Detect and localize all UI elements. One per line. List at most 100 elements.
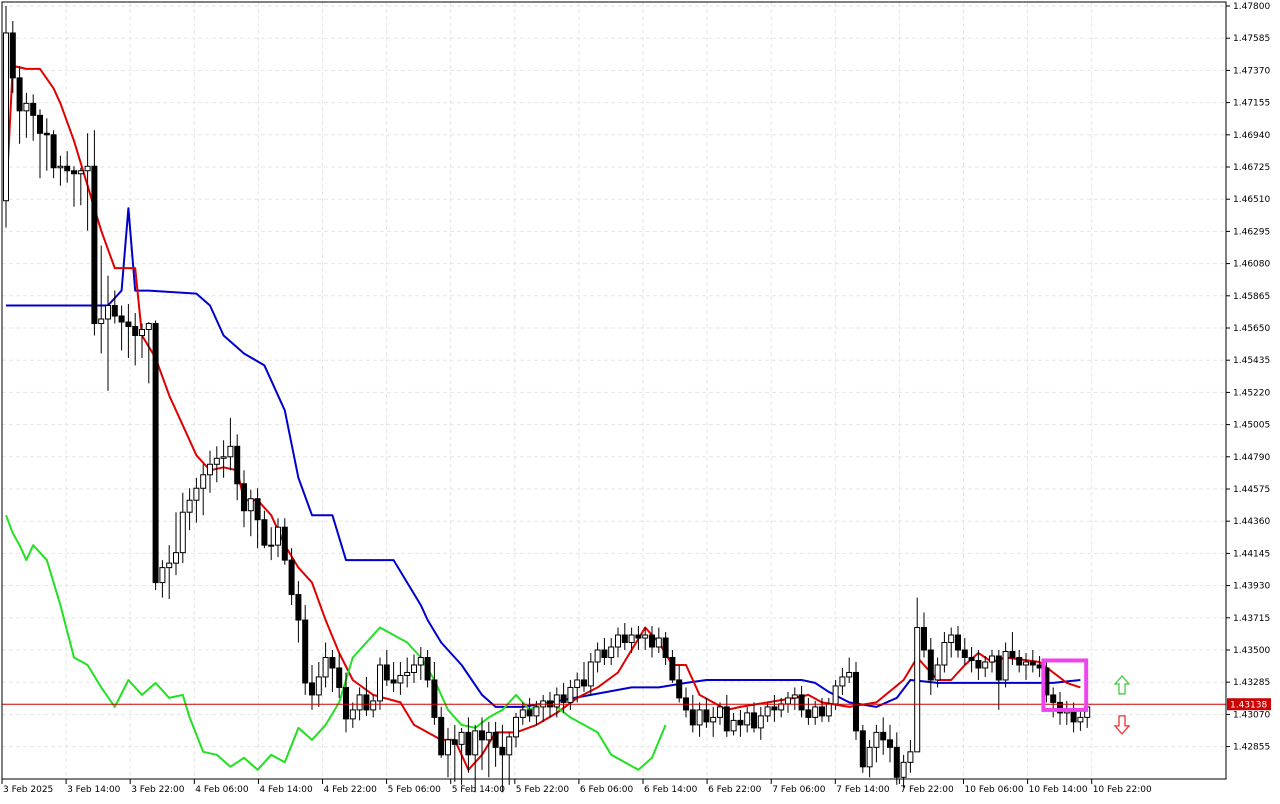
y-tick-label: 1.44360 <box>1233 517 1270 527</box>
candle-body <box>791 694 798 699</box>
candle-body <box>166 562 173 569</box>
candle-body <box>601 649 608 658</box>
candle-body <box>805 709 812 718</box>
x-tick-label: 4 Feb 14:00 <box>259 785 313 795</box>
candle-body <box>866 746 873 768</box>
candle-body <box>43 132 50 136</box>
y-tick-label: 1.43285 <box>1233 678 1270 688</box>
candle-body <box>968 656 975 661</box>
candle-body <box>914 627 921 753</box>
candle-body <box>635 634 642 639</box>
candle-body <box>1077 716 1084 723</box>
candle-body <box>1002 650 1009 681</box>
y-tick-label: 1.46510 <box>1233 195 1270 205</box>
candle-body <box>288 559 295 596</box>
candle-body <box>465 731 472 756</box>
candle-body <box>961 649 968 658</box>
candle-body <box>819 706 825 717</box>
y-tick-label: 1.44790 <box>1233 453 1270 463</box>
x-tick-label: 6 Feb 06:00 <box>580 785 634 795</box>
candle-body <box>451 739 458 745</box>
candle-body <box>397 674 404 684</box>
candle-body <box>1050 694 1057 703</box>
candle-body <box>676 679 683 699</box>
candle-body <box>268 544 275 547</box>
x-tick-label: 10 Feb 14:00 <box>1029 785 1088 795</box>
candle-body <box>853 671 859 732</box>
candle-body <box>383 664 390 681</box>
x-tick-label: 3 Feb 22:00 <box>131 785 185 795</box>
candle-body <box>220 456 227 459</box>
candle-body <box>621 634 628 644</box>
candle-body <box>921 627 927 651</box>
candle-body <box>825 703 832 717</box>
x-tick-label: 5 Feb 06:00 <box>388 785 442 795</box>
candle-body <box>50 134 57 169</box>
candlestick-chart: 1.47800 1.47585 1.47370 1.47155 1.46940 1.467… <box>0 0 1280 800</box>
candle-body <box>642 634 649 639</box>
candle-body <box>30 102 37 116</box>
candle-body <box>499 746 506 756</box>
y-tick-label: 1.47800 <box>1233 2 1270 12</box>
x-tick-label: 3 Feb 14:00 <box>67 785 121 795</box>
y-tick-label: 1.43070 <box>1233 710 1270 720</box>
candle-body <box>261 519 268 546</box>
y-tick-label: 1.45220 <box>1233 388 1270 398</box>
candle-body <box>458 731 465 745</box>
candle-body <box>995 655 1002 681</box>
candle-body <box>533 706 540 717</box>
candle-body <box>3 32 9 202</box>
candle-body <box>77 170 84 175</box>
candle-body <box>893 746 900 778</box>
candle-body <box>152 323 159 584</box>
candle-body <box>64 165 71 172</box>
candle-body <box>900 761 907 778</box>
candle-body <box>737 719 744 726</box>
y-tick-label: 1.43500 <box>1233 646 1270 656</box>
candle-body <box>594 649 601 663</box>
y-tick-label: 1.44575 <box>1233 485 1270 495</box>
candle-body <box>485 731 492 741</box>
candle-body <box>581 679 587 687</box>
candle-body <box>186 499 193 513</box>
candle-body <box>254 498 261 521</box>
candle-body <box>669 656 676 681</box>
candle-body <box>771 706 778 711</box>
x-tick-label: 7 Feb 22:00 <box>900 785 954 795</box>
x-tick-label: 6 Feb 14:00 <box>644 785 698 795</box>
candle <box>859 724 866 773</box>
x-tick-label: 7 Feb 14:00 <box>836 785 890 795</box>
candle-body <box>23 102 30 112</box>
candle-body <box>349 709 356 720</box>
candle-body <box>560 694 567 703</box>
x-tick-label: 3 Feb 2025 <box>3 785 53 795</box>
candle-body <box>744 712 751 726</box>
candle-body <box>934 664 941 681</box>
candle-body <box>948 634 955 644</box>
candle-body <box>703 709 710 723</box>
candle-body <box>438 716 445 756</box>
candle-body <box>1016 656 1023 666</box>
candle-body <box>417 656 424 666</box>
candle-body <box>431 679 438 718</box>
candle-body <box>846 671 853 678</box>
y-tick-label: 1.44145 <box>1233 549 1270 559</box>
candle-body <box>275 526 281 546</box>
y-tick-label: 1.43715 <box>1233 614 1270 624</box>
candle-body <box>193 487 200 501</box>
current-price-label: 1.43138 <box>1227 698 1271 711</box>
candle-body <box>608 646 615 658</box>
candle-body <box>84 165 91 172</box>
chart-area: 1.47800 1.47585 1.47370 1.47155 1.46940 1.467… <box>0 0 1280 800</box>
candle <box>3 6 9 228</box>
y-tick-label: 1.47585 <box>1233 34 1270 44</box>
candle-body <box>730 719 737 732</box>
candle-body <box>139 328 145 336</box>
candle-body <box>785 697 791 705</box>
x-tick-label: 4 Feb 06:00 <box>195 785 249 795</box>
candle-body <box>492 731 499 748</box>
candle-body <box>764 706 771 717</box>
candle-body <box>628 634 635 644</box>
candle-body <box>227 445 234 458</box>
candle-body <box>118 315 125 323</box>
